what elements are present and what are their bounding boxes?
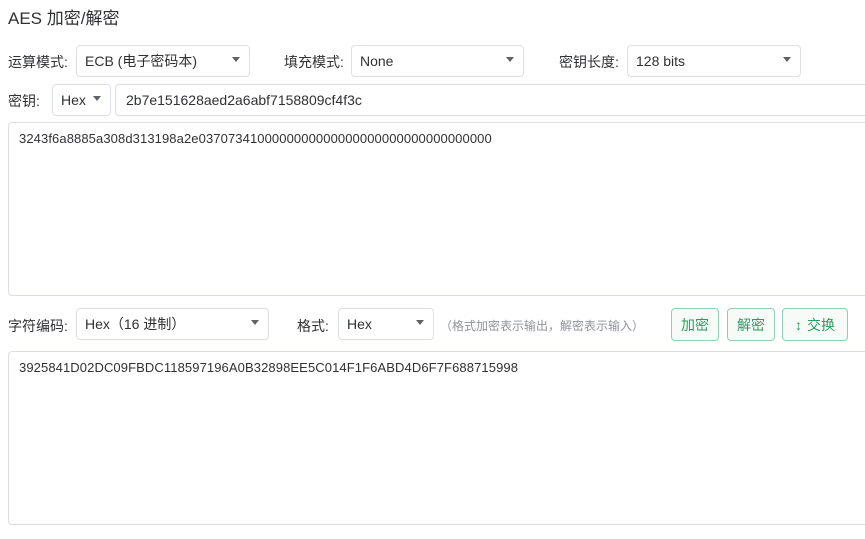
encoding-label: 字符编码: — [8, 318, 68, 334]
chevron-down-icon — [251, 320, 259, 325]
padding-select-value: None — [360, 53, 394, 69]
swap-button-label: 交换 — [807, 316, 835, 333]
chevron-down-icon — [93, 96, 101, 101]
format-hint: （格式加密表示输出，解密表示输入） — [440, 319, 645, 333]
swap-button[interactable]: ↕ 交换 — [782, 308, 848, 341]
chevron-down-icon — [232, 57, 240, 62]
chevron-down-icon — [506, 57, 514, 62]
mode-label: 运算模式: — [8, 54, 68, 70]
mode-select[interactable]: ECB (电子密码本) — [76, 45, 250, 77]
key-label: 密钥: — [8, 93, 40, 109]
format-select[interactable]: Hex — [338, 308, 434, 340]
page-title: AES 加密/解密 — [8, 9, 120, 28]
padding-label: 填充模式: — [284, 54, 344, 70]
key-length-label: 密钥长度: — [559, 54, 619, 70]
key-length-select[interactable]: 128 bits — [627, 45, 801, 77]
output-textarea[interactable]: 3925841D02DC09FBDC118597196A0B32898EE5C0… — [8, 351, 865, 525]
key-format-select[interactable]: Hex — [52, 84, 111, 116]
decrypt-button[interactable]: 解密 — [727, 308, 775, 341]
encrypt-button[interactable]: 加密 — [671, 308, 719, 341]
encoding-select[interactable]: Hex（16 进制） — [76, 308, 269, 340]
key-input[interactable]: 2b7e151628aed2a6abf7158809cf4f3c — [115, 84, 865, 116]
key-format-value: Hex — [61, 92, 86, 108]
key-length-select-value: 128 bits — [636, 53, 686, 69]
chevron-down-icon — [416, 320, 424, 325]
input-textarea[interactable]: 3243f6a8885a308d313198a2e037073410000000… — [8, 122, 865, 296]
encoding-select-value: Hex（16 进制） — [85, 316, 186, 332]
format-select-value: Hex — [347, 316, 372, 332]
padding-select[interactable]: None — [351, 45, 524, 77]
format-label: 格式: — [297, 318, 329, 334]
chevron-down-icon — [783, 57, 791, 62]
swap-arrows-icon: ↕ — [795, 316, 802, 333]
mode-select-value: ECB (电子密码本) — [85, 53, 197, 69]
